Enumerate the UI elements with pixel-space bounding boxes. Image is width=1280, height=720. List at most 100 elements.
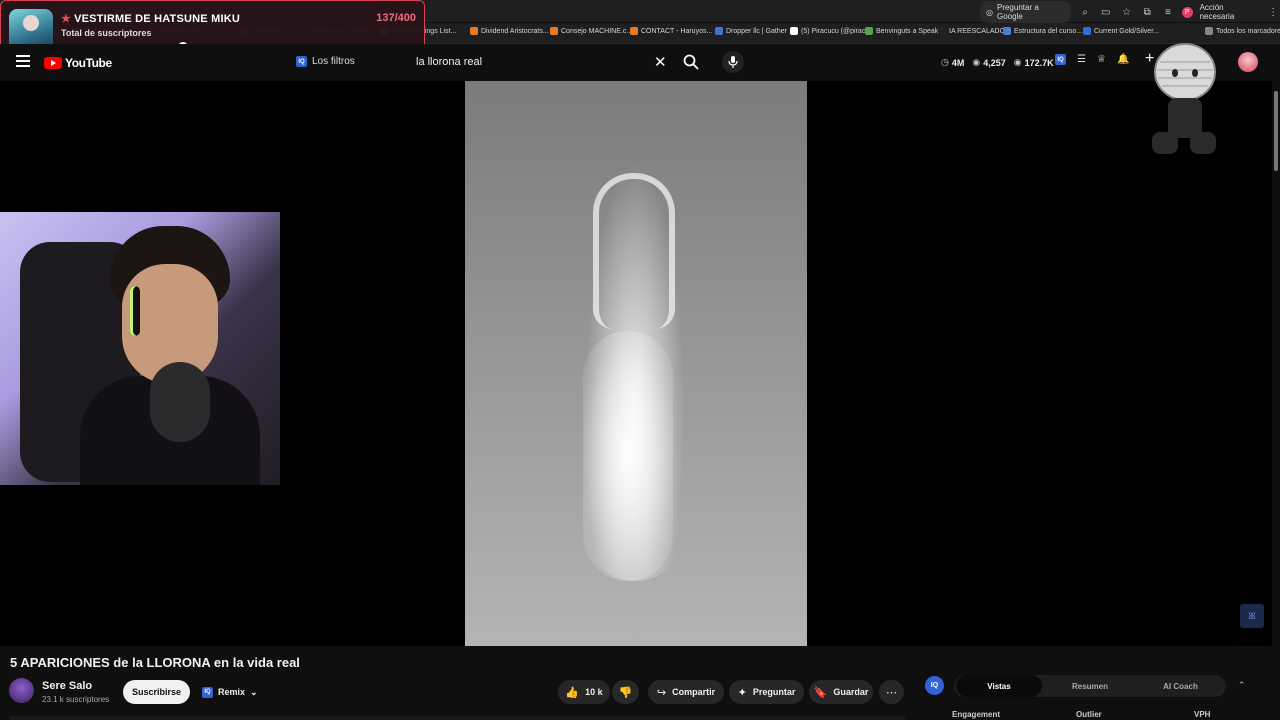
iq-panel-icon[interactable]: IQ (925, 676, 944, 695)
sparkle-icon: ✦ (737, 686, 747, 699)
save-label: Guardar (833, 687, 869, 697)
hamburger-menu-icon[interactable] (16, 55, 30, 67)
channel-name[interactable]: Sere Salo (42, 680, 92, 692)
dislike-button[interactable]: 👎 (612, 680, 639, 704)
iq-extension-icon[interactable]: IQ (1055, 54, 1066, 65)
bookmark-item[interactable]: CONTACT - Haruyos... (630, 27, 712, 35)
media-icon[interactable]: ≡ (1161, 5, 1175, 19)
kebab-menu-icon[interactable]: ⋮ (1266, 5, 1280, 19)
like-count: 10 k (585, 687, 603, 697)
youtube-logo[interactable]: YouTube (44, 56, 112, 70)
chevron-down-icon: ⌄ (250, 686, 258, 697)
microphone-icon (728, 56, 738, 68)
thumbs-down-icon: 👎 (618, 686, 633, 699)
bookmark-star-icon[interactable]: ☆ (1120, 5, 1134, 19)
zoom-icon[interactable]: ⌕ (1078, 5, 1092, 19)
share-button[interactable]: ↪ Compartir (648, 680, 724, 704)
ask-google-button[interactable]: ◎ Preguntar a Google (980, 1, 1072, 23)
bookmark-favicon-icon (865, 27, 873, 35)
video-frame[interactable] (465, 81, 807, 646)
action-needed-label[interactable]: Acción necesaria (1200, 3, 1260, 21)
bookmark-item[interactable]: Estructura del curso... (1003, 27, 1082, 35)
video-player[interactable] (0, 81, 1272, 646)
video-title: 5 APARICIONES de la LLORONA en la vida r… (10, 655, 300, 670)
bookmark-label: Dropper llc | Gather (726, 27, 787, 35)
column-vph: VPH (1194, 710, 1211, 719)
youtube-play-icon (44, 57, 62, 69)
share-label: Compartir (672, 687, 716, 697)
search-icon[interactable] (682, 53, 700, 71)
bookmark-label: CONTACT - Haruyos... (641, 27, 713, 35)
headset (130, 286, 140, 336)
bookmark-favicon-icon (715, 27, 723, 35)
clock-icon: ◷ (941, 57, 949, 67)
list-icon[interactable]: ☰ (1077, 54, 1086, 65)
eye-icon: ◉ (972, 57, 981, 67)
user-avatar[interactable] (1238, 52, 1258, 72)
chevron-up-icon[interactable]: ⌃ (1238, 680, 1246, 691)
tab-vistas[interactable]: Vistas (956, 675, 1042, 697)
bookmark-item[interactable]: Dividend Aristocrats... (470, 27, 549, 35)
bookmark-favicon-icon (938, 27, 946, 35)
bookmark-item[interactable]: Current Gold/Silver... (1083, 27, 1159, 35)
bookmark-label: Current Gold/Silver... (1094, 27, 1159, 35)
search-input[interactable]: la llorona real (416, 56, 482, 68)
ask-google-label: Preguntar a Google (996, 3, 1039, 21)
ghost-head (593, 173, 675, 329)
save-button[interactable]: 🔖 Guardar (809, 680, 873, 704)
goal-title-text: VESTIRME DE HATSUNE MIKU (74, 13, 241, 25)
studio-microphone (150, 362, 210, 442)
profile-avatar[interactable]: P (1181, 6, 1193, 18)
bookmark-label: (5) Piracucu (@pirac... (801, 27, 872, 35)
ask-button[interactable]: ✦ Preguntar (729, 680, 804, 704)
bookmark-label: Todos los marcadores (1216, 27, 1280, 35)
google-lens-icon: ◎ (986, 7, 993, 17)
bookmark-item[interactable]: Benvinguts a Speak... (865, 27, 944, 35)
bookmark-label: Estructura del curso... (1014, 27, 1083, 35)
content-divider (10, 716, 905, 720)
bookmark-favicon-icon (630, 27, 638, 35)
bookmark-item[interactable]: IA REESCALADO (938, 27, 1005, 35)
bookmark-item[interactable]: Consejo MACHINE.c... (550, 27, 632, 35)
channel-avatar[interactable] (9, 678, 34, 703)
notification-bell-icon[interactable]: 🔔 (1117, 54, 1129, 65)
more-actions-button[interactable]: ⋯ (879, 680, 904, 704)
column-engagement: Engagement (952, 710, 1001, 719)
bookmark-item[interactable]: Dropper llc | Gather (715, 27, 787, 35)
remix-button[interactable]: IQ Remix ⌄ (198, 681, 262, 703)
stat-total-views: ◉ 172.7K (1013, 57, 1054, 68)
subscriber-count: 23.1 k suscriptores (42, 695, 110, 704)
column-outlier: Outlier (1076, 710, 1102, 719)
bookmark-label: Dividend Aristocrats... (481, 27, 549, 35)
bookmark-favicon-icon (790, 27, 798, 35)
iq-icon: IQ (296, 56, 307, 67)
thumbs-up-icon: 👍 (565, 686, 580, 699)
filters-label: Los filtros (312, 56, 355, 67)
subscribe-button[interactable]: Suscribirse (123, 680, 190, 704)
microphone-mascot (1152, 43, 1216, 154)
like-button[interactable]: 👍 10 k (558, 680, 610, 704)
bookmark-label: Consejo MACHINE.c... (561, 27, 633, 35)
header-actions: IQ ☰ ♕ 🔔 (1055, 54, 1129, 65)
bookmark-label: Benvinguts a Speak... (876, 27, 945, 35)
tab-resumen[interactable]: Resumen (1046, 675, 1134, 697)
bookmark-label: IA REESCALADO (949, 27, 1006, 35)
stat-views: ◉ 4,257 (972, 57, 1006, 68)
filters-button[interactable]: IQ Los filtros (296, 56, 355, 67)
goal-subtitle: Total de suscriptores (61, 28, 152, 38)
browser-toolbar: ◎ Preguntar a Google ⌕ ▭ ☆ ⧉ ≡ P Acción … (980, 0, 1280, 24)
cast-icon[interactable]: ▭ (1099, 5, 1113, 19)
extensions-icon[interactable]: ⧉ (1140, 5, 1154, 19)
bookmark-item[interactable]: (5) Piracucu (@pirac... (790, 27, 871, 35)
video-stats: ◷ 4M ◉ 4,257 ◉ 172.7K (941, 57, 1054, 68)
clear-search-icon[interactable]: ✕ (654, 53, 667, 71)
tab-ai-coach[interactable]: AI Coach (1137, 675, 1224, 697)
eye-icon: ◉ (1013, 57, 1022, 67)
voice-search-button[interactable] (722, 51, 744, 73)
bookmark-item[interactable]: Todos los marcadores (1205, 27, 1280, 35)
iq-tab-bar: Vistas Resumen AI Coach (954, 675, 1226, 697)
scrollbar-thumb[interactable] (1274, 91, 1278, 171)
ask-label: Preguntar (752, 687, 796, 697)
page-scrollbar[interactable] (1272, 81, 1280, 720)
trophy-icon[interactable]: ♕ (1097, 54, 1106, 65)
